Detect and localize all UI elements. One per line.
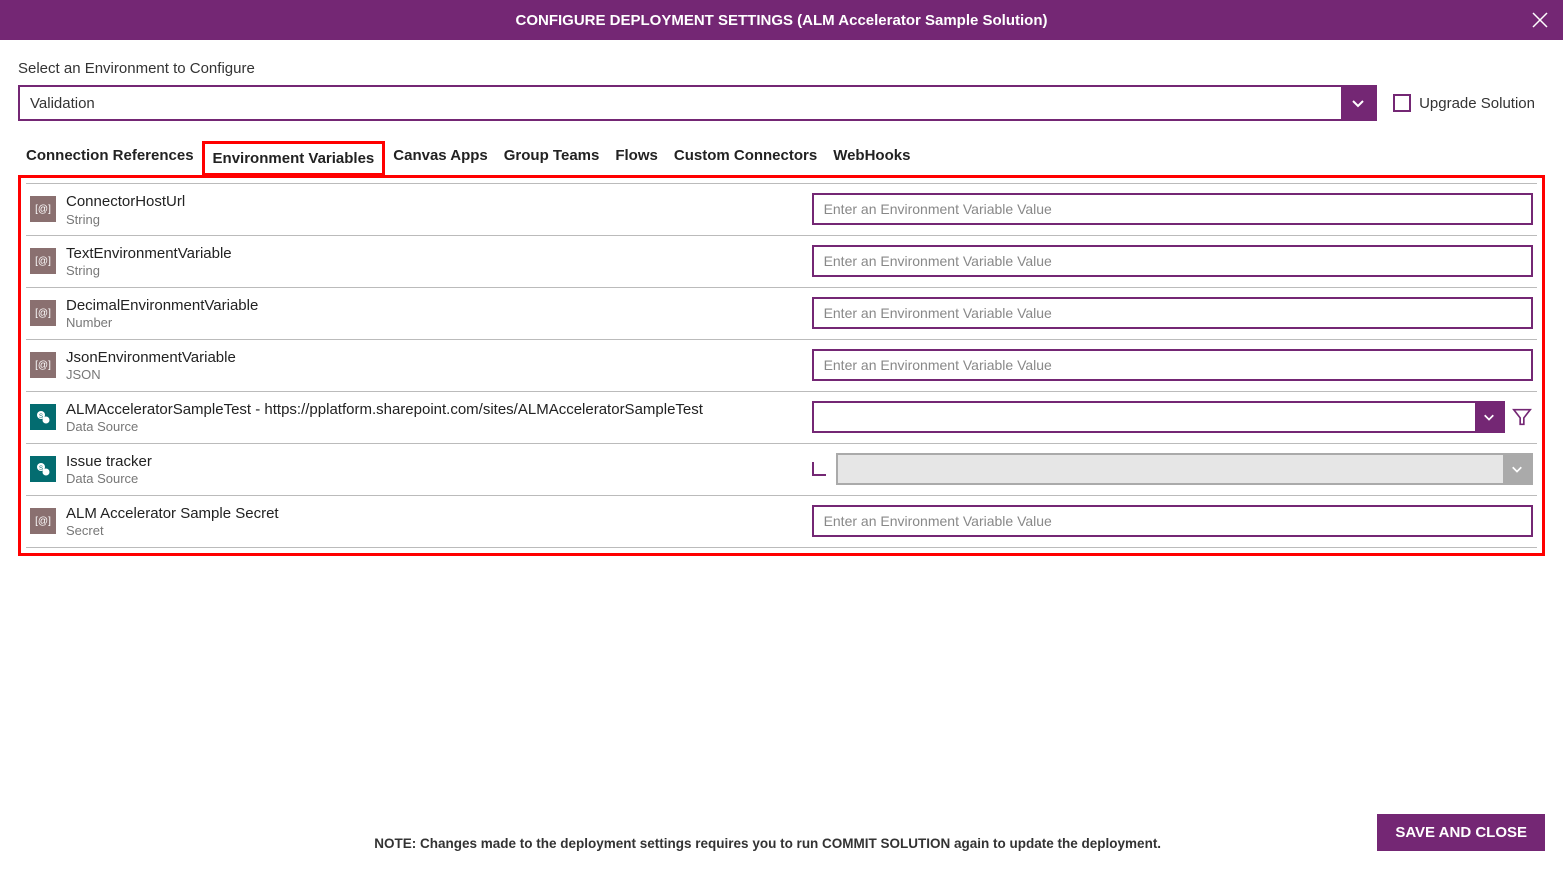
env-var-type: String (66, 212, 802, 227)
filter-button[interactable] (1511, 406, 1533, 428)
tab-custom-connectors[interactable]: Custom Connectors (666, 141, 825, 176)
svg-text:S: S (39, 414, 43, 420)
env-var-name: ALM Accelerator Sample Secret (66, 504, 802, 524)
env-var-row: [@] ALM Accelerator Sample Secret Secret (26, 496, 1537, 548)
upgrade-solution-label: Upgrade Solution (1419, 95, 1535, 112)
filter-icon (1511, 406, 1533, 428)
env-var-row: S ALMAcceleratorSampleTest - https://ppl… (26, 392, 1537, 444)
env-var-input[interactable] (812, 505, 1533, 537)
close-button[interactable] (1531, 11, 1549, 29)
environment-variables-panel: [@] ConnectorHostUrl String [@] TextEnvi… (18, 175, 1545, 556)
env-var-type: Number (66, 315, 802, 330)
dialog-footer: NOTE: Changes made to the deployment set… (0, 802, 1563, 869)
env-var-name: JsonEnvironmentVariable (66, 348, 802, 368)
env-var-row: [@] DecimalEnvironmentVariable Number (26, 288, 1537, 340)
environment-select[interactable]: Validation (18, 85, 1377, 121)
env-var-input[interactable] (812, 245, 1533, 277)
env-var-input[interactable] (812, 193, 1533, 225)
env-var-row: [@] JsonEnvironmentVariable JSON (26, 340, 1537, 392)
variable-icon: [@] (30, 248, 56, 274)
close-icon (1531, 11, 1549, 29)
env-var-type: Data Source (66, 419, 802, 434)
variable-icon: [@] (30, 300, 56, 326)
tab-webhooks[interactable]: WebHooks (825, 141, 918, 176)
variable-icon: [@] (30, 352, 56, 378)
tab-canvas-apps[interactable]: Canvas Apps (385, 141, 495, 176)
env-var-name: Issue tracker (66, 452, 802, 472)
tab-environment-variables[interactable]: Environment Variables (202, 141, 386, 176)
sharepoint-icon: S (30, 404, 56, 430)
env-var-input[interactable] (812, 349, 1533, 381)
dialog-title: CONFIGURE DEPLOYMENT SETTINGS (ALM Accel… (516, 12, 1048, 29)
env-var-row: S Issue tracker Data Source (26, 444, 1537, 496)
tab-group-teams[interactable]: Group Teams (496, 141, 608, 176)
chevron-down-icon (1475, 403, 1503, 431)
env-var-input[interactable] (812, 297, 1533, 329)
variable-icon: [@] (30, 508, 56, 534)
env-select-label: Select an Environment to Configure (18, 60, 1545, 77)
env-var-name: DecimalEnvironmentVariable (66, 296, 802, 316)
chevron-down-icon (1341, 87, 1375, 119)
tab-flows[interactable]: Flows (607, 141, 666, 176)
env-var-type: JSON (66, 367, 802, 382)
upgrade-solution-option[interactable]: Upgrade Solution (1393, 94, 1545, 112)
env-var-type: String (66, 263, 802, 278)
sharepoint-icon: S (30, 456, 56, 482)
env-var-name: ConnectorHostUrl (66, 192, 802, 212)
tabs: Connection References Environment Variab… (18, 141, 1545, 176)
env-var-dropdown[interactable] (812, 401, 1505, 433)
env-var-row: [@] ConnectorHostUrl String (26, 183, 1537, 236)
env-var-type: Secret (66, 523, 802, 538)
chevron-down-icon (1503, 455, 1531, 483)
environment-select-value: Validation (20, 87, 1341, 119)
dialog-header: CONFIGURE DEPLOYMENT SETTINGS (ALM Accel… (0, 0, 1563, 40)
tab-connection-references[interactable]: Connection References (18, 141, 202, 176)
variable-icon: [@] (30, 196, 56, 222)
env-var-type: Data Source (66, 471, 802, 486)
tree-connector-icon (812, 462, 826, 476)
env-var-dropdown-disabled (836, 453, 1533, 485)
env-var-name: ALMAcceleratorSampleTest - https://pplat… (66, 400, 802, 420)
svg-text:S: S (39, 466, 43, 472)
env-var-name: TextEnvironmentVariable (66, 244, 802, 264)
upgrade-solution-checkbox[interactable] (1393, 94, 1411, 112)
save-and-close-button[interactable]: SAVE AND CLOSE (1377, 814, 1545, 851)
footer-note: NOTE: Changes made to the deployment set… (178, 836, 1357, 851)
env-var-row: [@] TextEnvironmentVariable String (26, 236, 1537, 288)
